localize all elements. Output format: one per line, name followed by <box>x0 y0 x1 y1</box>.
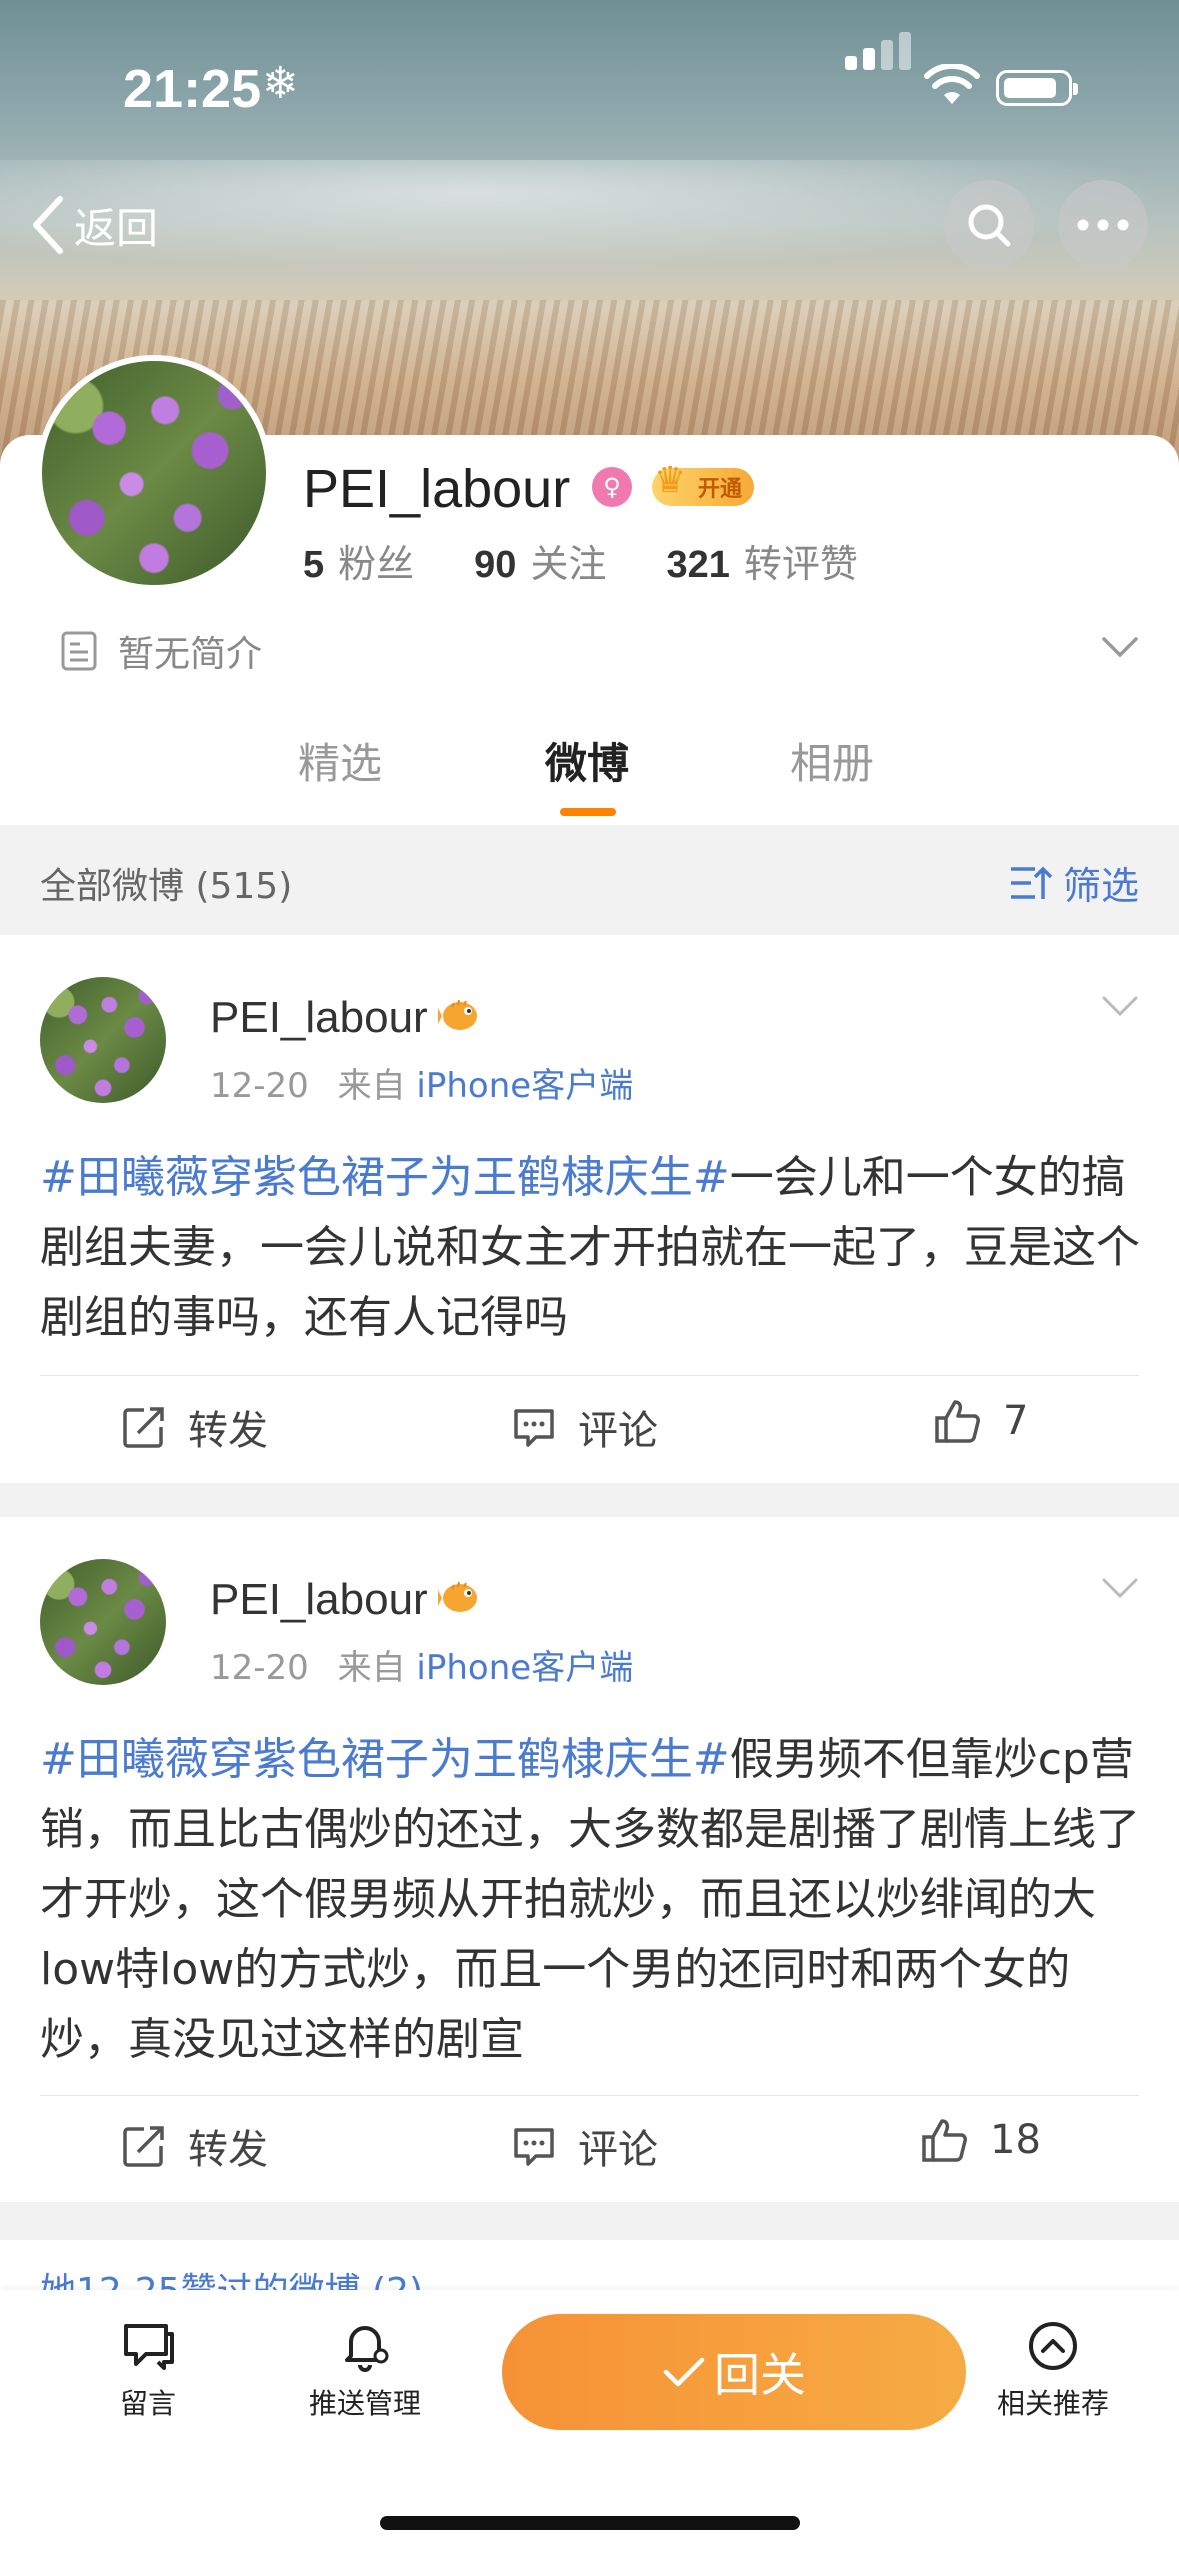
post-hashtag[interactable]: #田曦薇穿紫色裙子为王鹤棣庆生# <box>40 1152 730 1203</box>
like-button[interactable]: 18 <box>920 2117 1041 2163</box>
profile-username: PEI_labour <box>303 459 571 519</box>
filter-button[interactable]: 筛选 <box>1009 855 1139 910</box>
profile-stats: 5 粉丝 90 关注 321 转评赞 <box>303 533 918 588</box>
crown-icon: ♛ <box>654 460 687 501</box>
wifi-icon <box>924 64 980 104</box>
battery-icon <box>996 70 1078 106</box>
post-text[interactable]: #田曦薇穿紫色裙子为王鹤棣庆生#假男频不但靠炒cp营销，而且比古偶炒的还过，大多… <box>40 1725 1150 2075</box>
more-dots-icon <box>1077 219 1129 231</box>
feed-count-label: 全部微博 (515) <box>40 866 293 907</box>
post-source[interactable]: iPhone客户端 <box>416 1066 633 1106</box>
push-settings-button[interactable]: 推送管理 <box>285 2320 445 2422</box>
like-count: 18 <box>990 2117 1041 2163</box>
snowflake-icon: ❄ <box>262 58 299 109</box>
checkmark-icon <box>663 2357 705 2387</box>
comment-button[interactable]: 评论 <box>512 2117 658 2175</box>
post-author-name[interactable]: PEI_labour <box>210 1575 428 1625</box>
pufferfish-badge-icon <box>438 1581 477 1612</box>
post-actions: 转发 评论 7 <box>0 1378 1179 1478</box>
vip-label: 开通 <box>698 477 743 502</box>
post-date: 12-20 <box>210 1648 309 1688</box>
profile-bio[interactable]: 暂无简介 <box>60 625 262 677</box>
chevron-down-icon[interactable] <box>1101 1577 1139 1599</box>
back-button[interactable]: 返回 <box>30 190 158 260</box>
follow-back-button[interactable]: 回关 <box>502 2314 966 2430</box>
repost-icon <box>123 2126 164 2167</box>
bio-text: 暂无简介 <box>118 634 263 675</box>
post-source[interactable]: iPhone客户端 <box>416 1648 633 1688</box>
post-author-avatar[interactable] <box>40 1559 166 1685</box>
comment-button[interactable]: 评论 <box>512 1398 658 1456</box>
search-button[interactable] <box>944 180 1034 270</box>
post-source-prefix: 来自 <box>337 1648 406 1688</box>
repost-button[interactable]: 转发 <box>122 1398 268 1456</box>
post-author-avatar[interactable] <box>40 977 166 1103</box>
divider <box>40 2095 1139 2096</box>
chevron-down-icon[interactable] <box>1100 635 1140 659</box>
thumbs-up-icon <box>922 2119 967 2162</box>
status-time: 21:25 <box>123 59 262 119</box>
more-button[interactable] <box>1058 180 1148 270</box>
stat-followers[interactable]: 5 粉丝 <box>303 533 414 588</box>
post-actions: 转发 评论 18 <box>0 2097 1179 2197</box>
stat-following[interactable]: 90 关注 <box>474 533 606 588</box>
repost-icon <box>123 1407 164 1448</box>
bell-settings-icon <box>345 2326 389 2372</box>
document-icon <box>61 631 97 671</box>
post-card[interactable]: PEI_labour 12-20 来自 iPhone客户端 #田曦薇穿紫色裙子为… <box>0 935 1179 1483</box>
message-button[interactable]: 留言 <box>68 2320 228 2422</box>
tab-weibo[interactable]: 微博 <box>545 730 629 791</box>
comment-icon <box>514 2128 554 2166</box>
related-recommend-button[interactable]: 相关推荐 <box>973 2320 1133 2422</box>
chevron-down-icon[interactable] <box>1101 995 1139 1017</box>
home-indicator <box>380 2516 800 2530</box>
search-icon <box>968 204 1011 247</box>
status-bar: 21:25 ❄ <box>0 32 1179 130</box>
female-gender-icon: ♀ <box>592 467 632 507</box>
follow-back-label: 回关 <box>714 2348 806 2402</box>
filter-label: 筛选 <box>1062 864 1139 908</box>
stat-reposts-comments-likes[interactable]: 321 转评赞 <box>666 533 857 588</box>
repost-button[interactable]: 转发 <box>122 2117 268 2175</box>
thumbs-up-icon <box>935 1400 980 1443</box>
post-text[interactable]: #田曦薇穿紫色裙子为王鹤棣庆生#一会儿和一个女的搞剧组夫妻，一会儿说和女主才开拍… <box>40 1143 1150 1353</box>
post-source-prefix: 来自 <box>337 1066 406 1106</box>
vip-open-badge[interactable]: ♛ 开通 <box>652 460 755 506</box>
feed-header: 全部微博 (515) 筛选 <box>0 825 1179 935</box>
profile-avatar[interactable] <box>36 355 272 591</box>
divider <box>40 1375 1139 1376</box>
post-author-name[interactable]: PEI_labour <box>210 993 428 1043</box>
chevron-up-circle-icon <box>1029 2322 1077 2370</box>
tab-featured[interactable]: 精选 <box>298 730 382 791</box>
profile-tabs: 精选 微博 相册 <box>0 720 1179 820</box>
active-tab-indicator <box>560 808 616 816</box>
post-hashtag[interactable]: #田曦薇穿紫色裙子为王鹤棣庆生# <box>40 1734 730 1785</box>
post-meta: 12-20 来自 iPhone客户端 <box>210 1058 633 1107</box>
post-meta: 12-20 来自 iPhone客户端 <box>210 1640 633 1689</box>
post-card[interactable]: PEI_labour 12-20 来自 iPhone客户端 #田曦薇穿紫色裙子为… <box>0 1517 1179 2202</box>
filter-icon <box>1010 866 1053 899</box>
comment-icon <box>514 1409 554 1447</box>
pufferfish-badge-icon <box>438 999 477 1030</box>
post-date: 12-20 <box>210 1066 309 1106</box>
message-icon <box>124 2324 174 2370</box>
tab-album[interactable]: 相册 <box>790 730 874 791</box>
chevron-left-icon <box>33 196 63 254</box>
like-button[interactable]: 7 <box>933 1398 1028 1444</box>
back-label: 返回 <box>74 203 159 253</box>
like-count: 7 <box>1003 1398 1029 1444</box>
